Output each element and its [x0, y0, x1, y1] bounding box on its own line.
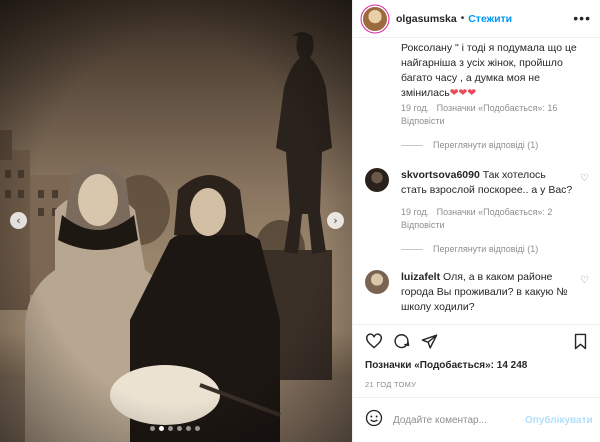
follow-button[interactable]: Стежити	[468, 13, 512, 25]
post-time[interactable]: 21 ГОД ТОМУ	[365, 380, 416, 389]
avatar[interactable]	[363, 6, 387, 31]
reply-button[interactable]: Відповісти	[401, 116, 445, 126]
commenter-avatar[interactable]	[365, 270, 389, 294]
post-side-panel: olgasumska • Стежити ••• Роксолану " і т…	[352, 0, 600, 442]
carousel-dot-active	[159, 426, 164, 431]
comments-list[interactable]: Роксолану " і тоді я подумала що це найг…	[353, 38, 600, 324]
share-icon[interactable]	[421, 333, 438, 355]
comment-item: skvortsova6090 Так хотелось стать взросл…	[401, 168, 573, 198]
heart-emojis: ❤❤❤	[449, 87, 477, 99]
reply-button[interactable]: Відповісти	[401, 220, 445, 230]
comment-likes[interactable]: Позначки «Подобається»: 16	[437, 103, 558, 113]
post-header: olgasumska • Стежити •••	[353, 0, 600, 38]
comment-input[interactable]	[393, 414, 525, 426]
like-comment-heart-icon[interactable]: ♡	[580, 173, 589, 184]
carousel-prev-button[interactable]: ‹	[10, 212, 27, 229]
bookmark-icon[interactable]	[573, 333, 588, 355]
publish-button[interactable]: Опублікувати	[525, 415, 593, 426]
comment-item: Роксолану " і тоді я подумала що це найг…	[401, 41, 589, 101]
carousel-indicator	[150, 426, 200, 431]
post-actions-bar	[353, 324, 600, 354]
carousel-next-button[interactable]: ›	[327, 212, 344, 229]
carousel-dot	[186, 426, 191, 431]
like-heart-icon[interactable]	[365, 333, 383, 354]
comment-item: luizafelt Оля, а в каком районе города В…	[401, 270, 573, 315]
comment-likes[interactable]: Позначки «Подобається»: 2	[437, 207, 553, 217]
post-likes-count[interactable]: Позначки «Подобається»: 14 248	[365, 360, 527, 371]
carousel-dot	[150, 426, 155, 431]
username-link[interactable]: olgasumska	[396, 13, 457, 25]
comment-meta: 19 год. Позначки «Подобається»: 16 Відпо…	[401, 102, 591, 128]
carousel-dot	[195, 426, 200, 431]
sepia-photo	[0, 0, 352, 442]
comment-age: 19 год.	[401, 207, 430, 217]
emoji-smile-icon[interactable]	[365, 409, 383, 432]
view-replies-label: Переглянути відповіді (1)	[433, 244, 539, 254]
add-comment-bar: Опублікувати	[353, 397, 600, 442]
separator-dot: •	[460, 13, 465, 24]
view-replies-button[interactable]: Переглянути відповіді (1)	[401, 140, 538, 150]
more-horizontal-icon[interactable]: •••	[573, 10, 591, 26]
commenter-username[interactable]: luizafelt	[401, 271, 440, 283]
comment-text-content: Роксолану " і тоді я подумала що це найг…	[401, 42, 577, 99]
comment-age: 19 год.	[401, 103, 430, 113]
carousel-dot	[168, 426, 173, 431]
replies-line	[401, 144, 423, 146]
replies-line	[401, 248, 423, 250]
view-replies-button[interactable]: Переглянути відповіді (1)	[401, 244, 538, 254]
view-replies-label: Переглянути відповіді (1)	[433, 140, 539, 150]
comment-text: Роксолану " і тоді я подумала що це найг…	[401, 41, 589, 101]
commenter-avatar[interactable]	[365, 168, 389, 192]
post-photo[interactable]: ‹ ›	[0, 0, 352, 442]
comment-meta: 19 год. Позначки «Подобається»: 2 Відпов…	[401, 206, 591, 232]
comment-icon[interactable]	[393, 333, 410, 355]
commenter-username[interactable]: skvortsova6090	[401, 169, 480, 181]
carousel-dot	[177, 426, 182, 431]
like-comment-heart-icon[interactable]: ♡	[580, 275, 589, 286]
